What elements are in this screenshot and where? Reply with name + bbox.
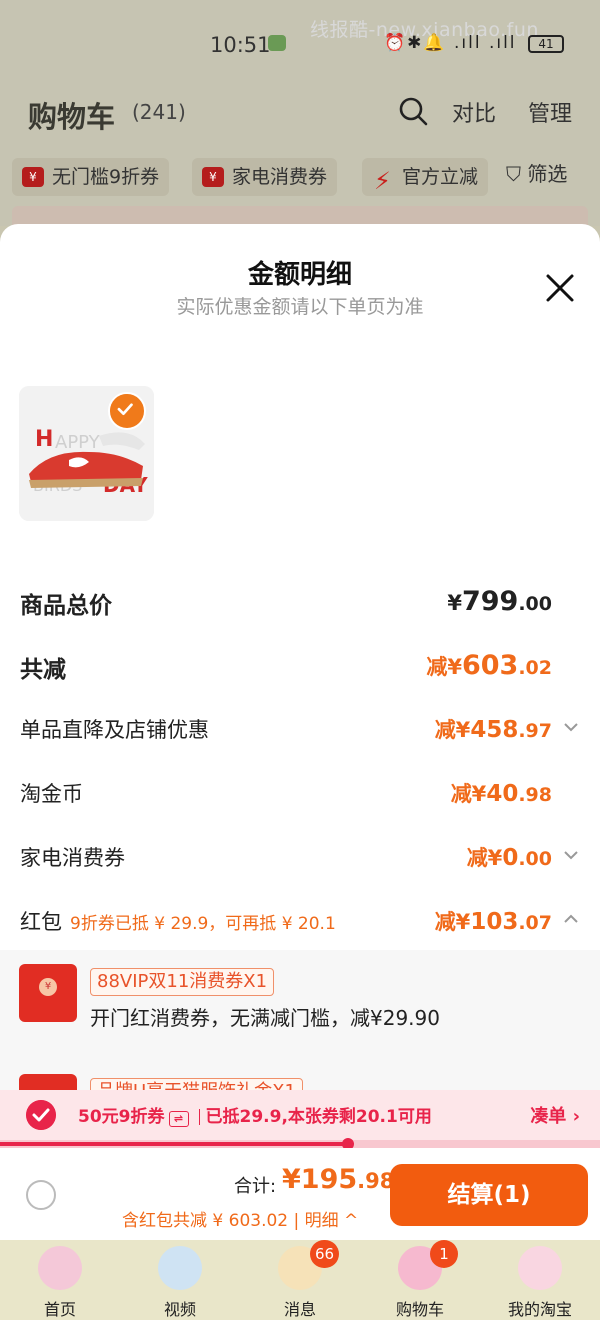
battery-icon: 41 bbox=[528, 35, 564, 53]
taojinbi-value: 减¥40.98 bbox=[450, 781, 552, 807]
red-packet-list: ¥ 88VIP双11消费券X1 开门红消费券，无满减门槛，减¥29.90 品牌U… bbox=[0, 950, 600, 1132]
coupon-progress-bar bbox=[0, 1138, 600, 1150]
cart-count: (241) bbox=[132, 100, 186, 124]
home-icon bbox=[38, 1246, 82, 1290]
tab-cart[interactable]: 1 购物车 bbox=[360, 1240, 480, 1320]
filter-button[interactable]: ⛉ 筛选 bbox=[506, 158, 567, 187]
close-icon[interactable] bbox=[540, 268, 580, 308]
checkout-bar: 合计: ¥195.98 含红包共减 ¥ 603.02 | 明细 ^ 结算(1) bbox=[0, 1148, 600, 1240]
wechat-icon bbox=[268, 35, 286, 51]
add-items-link[interactable]: 凑单 › bbox=[530, 1102, 580, 1128]
amount-detail-sheet: 金额明细 实际优惠金额请以下单页为准 H APPY BIRDS DAY 商品总价… bbox=[0, 224, 600, 1240]
tab-messages[interactable]: 66 消息 bbox=[240, 1240, 360, 1320]
chevron-down-icon[interactable] bbox=[562, 718, 580, 736]
row-total-price: 商品总价 ¥799.00 bbox=[20, 586, 552, 619]
red-packet-hint: 9折券已抵 ¥ 29.9，可再抵 ¥ 20.1 bbox=[70, 914, 336, 934]
cart-header: 购物车 (241) 对比 管理 bbox=[0, 80, 600, 146]
bottom-tab-bar: 首页 视频 66 消息 1 购物车 我的淘宝 bbox=[0, 1240, 600, 1320]
manage-button[interactable]: 管理 bbox=[528, 96, 572, 128]
selected-check-icon[interactable] bbox=[108, 392, 146, 430]
funnel-icon: ⛉ bbox=[506, 162, 521, 186]
total-label: 合计: bbox=[234, 1176, 277, 1197]
coupon-icon: ¥ bbox=[22, 167, 44, 187]
total-price-value: ¥799.00 bbox=[447, 586, 552, 617]
promo-banner bbox=[12, 206, 588, 226]
svg-text:APPY: APPY bbox=[55, 432, 101, 453]
row-taojinbi: 淘金币 减¥40.98 bbox=[20, 778, 580, 818]
svg-text:H: H bbox=[35, 427, 53, 452]
message-badge: 66 bbox=[310, 1240, 340, 1268]
coupon-info: 50元9折券 ⇌ 已抵29.9,本张券剩20.1可用 bbox=[78, 1107, 432, 1127]
signal-icons: ⏰✱🔔 .ıll .ıll bbox=[384, 33, 517, 53]
sheet-subtitle: 实际优惠金额请以下单页为准 bbox=[176, 296, 424, 318]
red-packet-tag: 88VIP双11消费券X1 bbox=[90, 968, 275, 996]
red-packet-desc: 开门红消费券，无满减门槛，减¥29.90 bbox=[90, 1006, 440, 1030]
row-shop-discount[interactable]: 单品直降及店铺优惠 减¥458.97 bbox=[20, 714, 580, 754]
appliance-coupon-value: 减¥0.00 bbox=[466, 845, 552, 871]
profile-icon bbox=[518, 1246, 562, 1290]
total-amount: ¥195.98 bbox=[282, 1164, 395, 1195]
search-icon[interactable] bbox=[398, 96, 428, 126]
video-icon bbox=[158, 1246, 202, 1290]
coupon-check-icon[interactable] bbox=[26, 1100, 56, 1130]
row-total-discount: 共减 减¥603.02 bbox=[20, 650, 552, 683]
sheet-title: 金额明细 bbox=[247, 260, 352, 290]
filter-chip-appliance[interactable]: ¥ 家电消费券 bbox=[192, 158, 338, 196]
bolt-icon: ⚡ bbox=[374, 167, 391, 195]
discount-detail-link[interactable]: 含红包共减 ¥ 603.02 | 明细 ^ bbox=[122, 1206, 358, 1231]
red-packet-icon: ¥ bbox=[19, 964, 77, 1022]
page-title: 购物车 bbox=[28, 100, 116, 134]
status-time: 10:51 bbox=[210, 33, 271, 57]
chevron-up-icon[interactable] bbox=[562, 910, 580, 928]
row-appliance-coupon[interactable]: 家电消费券 减¥0.00 bbox=[20, 842, 580, 882]
cart-badge: 1 bbox=[430, 1240, 458, 1268]
select-all-checkbox[interactable] bbox=[26, 1180, 56, 1210]
tab-video[interactable]: 视频 bbox=[120, 1240, 240, 1320]
coupon-icon: ¥ bbox=[202, 167, 224, 187]
tab-home[interactable]: 首页 bbox=[0, 1240, 120, 1320]
chevron-down-icon[interactable] bbox=[562, 846, 580, 864]
compare-button[interactable]: 对比 bbox=[452, 96, 496, 128]
status-bar: 10:51 线报酷-new.xianbao.fun ⏰✱🔔 .ıll .ıll … bbox=[0, 0, 600, 80]
tab-my-taobao[interactable]: 我的淘宝 bbox=[480, 1240, 600, 1320]
total-discount-value: 减¥603.02 bbox=[426, 650, 552, 681]
filter-chip-coupon[interactable]: ¥ 无门槛9折券 bbox=[12, 158, 170, 196]
shop-discount-value: 减¥458.97 bbox=[434, 717, 552, 743]
filter-bar: ¥ 无门槛9折券 ¥ 家电消费券 ⚡ 官方立减 ⛉ 筛选 bbox=[0, 146, 600, 226]
checkout-button[interactable]: 结算(1) bbox=[390, 1164, 588, 1226]
swap-icon: ⇌ bbox=[168, 1111, 189, 1127]
coupon-bar[interactable]: 50元9折券 ⇌ 已抵29.9,本张券剩20.1可用 凑单 › bbox=[0, 1090, 600, 1140]
filter-chip-official[interactable]: ⚡ 官方立减 bbox=[362, 158, 489, 196]
red-packet-value: 减¥103.07 bbox=[434, 909, 552, 935]
row-red-packet[interactable]: 红包 9折券已抵 ¥ 29.9，可再抵 ¥ 20.1 减¥103.07 bbox=[20, 906, 580, 946]
